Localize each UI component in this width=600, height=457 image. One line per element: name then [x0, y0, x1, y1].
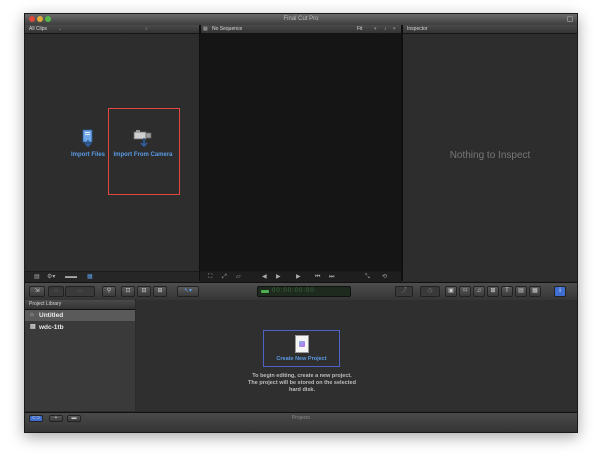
music-browser-button[interactable]: ♫ — [473, 286, 485, 297]
help-line: The project will be stored on the select… — [248, 380, 356, 386]
inspector-toggle-button[interactable]: i — [554, 286, 566, 297]
import-files-label: Import Files — [70, 152, 105, 158]
browser-search-icon[interactable]: ⌕ — [145, 25, 148, 33]
help-line: hard disk. — [289, 387, 315, 393]
timecode-indicator — [261, 290, 269, 293]
library-item-wdc-1tb[interactable]: ▤ wdc-1tb — [25, 322, 135, 333]
main-toolbar: ⇲ ⌂ ▭ ⚲ ⊡ ⊟ ⊞ ↖▾ 00:00:00:00 ⤴ ◷ ▣ ⌑ ♫ ⊠… — [25, 282, 577, 301]
window-title: Final Cut Pro — [283, 16, 319, 22]
inspector: Nothing to Inspect — [403, 34, 577, 281]
library-item-label: Untitled — [39, 312, 64, 319]
previous-frame-icon[interactable]: ◀ — [262, 272, 267, 282]
project-library-header: Project Library — [25, 300, 135, 310]
fullscreen-playback-icon[interactable]: ⤡ — [365, 272, 370, 282]
go-to-end-icon[interactable]: ⏭ — [329, 272, 334, 282]
viewer-title: No Sequence — [212, 26, 243, 32]
event-browser: Import Files Import From Camera ▤ ⚙▾ ▬▬ … — [25, 34, 199, 282]
inspector-title: Inspector — [407, 26, 428, 32]
highlight-annotation-box — [108, 108, 180, 195]
sequence-icon: ▦ — [203, 26, 208, 32]
status-label: Projects — [291, 415, 311, 421]
viewer-footer: ⛶ ⤢ ▱ ◀ ▶ ▶ ⏮ ⏭ ⤡ ⟲ — [200, 271, 401, 282]
retime-button[interactable]: ◷ — [420, 286, 440, 297]
viewer-distort-icon[interactable]: ▱ — [236, 272, 241, 282]
append-clip-button[interactable]: ⊞ — [153, 286, 167, 297]
create-new-project-label: Create New Project — [276, 356, 327, 362]
enhancements-button[interactable]: ⤴ — [395, 286, 413, 297]
list-view-icon[interactable]: ▦ — [87, 272, 93, 282]
viewer: ⛶ ⤢ ▱ ◀ ▶ ▶ ⏮ ⏭ ⤡ ⟲ — [200, 34, 401, 282]
gear-icon[interactable]: ⚙▾ — [47, 272, 55, 282]
viewer-header: ▦ No Sequence Fit ▾ ♪ ▾ — [200, 25, 401, 34]
help-line: To begin editing, create a new project. — [252, 373, 352, 379]
keyword-button[interactable]: ⌂ — [48, 286, 64, 297]
next-frame-icon[interactable]: ▶ — [276, 272, 281, 282]
library-item-label: wdc-1tb — [39, 324, 64, 331]
import-files-button[interactable]: Import Files — [68, 129, 108, 159]
timecode-display[interactable]: 00:00:00:00 — [257, 286, 351, 297]
add-project-button[interactable]: + — [49, 415, 63, 422]
inspector-empty-message: Nothing to Inspect — [449, 150, 531, 161]
select-tool-button[interactable]: ↖▾ — [177, 286, 199, 297]
inspector-header: Inspector — [403, 25, 577, 34]
project-library-title: Project Library — [29, 301, 62, 307]
timeline-area: Create New Project To begin editing, cre… — [136, 300, 577, 411]
titles-browser-button[interactable]: T — [501, 286, 513, 297]
mark-buttons[interactable]: ▭ — [65, 286, 95, 297]
filmstrip-view-icon[interactable]: ▤ — [34, 272, 40, 282]
viewer-options-chevron-icon[interactable]: ▾ — [393, 25, 396, 33]
disk-toggle-button[interactable]: ⊂⊃ — [29, 415, 43, 422]
status-bar: Projects ⊂⊃ + ▬ — [25, 412, 577, 432]
browser-footer: ▤ ⚙▾ ▬▬ ▦ — [25, 271, 199, 282]
app-window: Final Cut Pro All Clips ⌄ ⌕ ▦ No Sequenc… — [24, 13, 578, 433]
themes-browser-button[interactable]: ▦ — [529, 286, 541, 297]
viewer-zoom-chevron-icon[interactable]: ▾ — [374, 25, 377, 33]
transitions-browser-button[interactable]: ⊠ — [487, 286, 499, 297]
viewer-zoom-select[interactable]: Fit — [357, 25, 363, 33]
browser-header: All Clips ⌄ ⌕ — [25, 25, 199, 34]
create-new-project-button[interactable]: Create New Project — [263, 330, 340, 367]
new-project-icon — [295, 335, 309, 353]
project-library-list: ⌂ Untitled ▤ wdc-1tb — [25, 310, 135, 411]
browser-title: All Clips — [29, 26, 48, 32]
viewer-crop-icon[interactable]: ⛶ — [208, 272, 212, 282]
arrow-tool-icon: ↖▾ — [183, 288, 193, 294]
browser-dropdown-icon[interactable]: ⌄ — [58, 25, 62, 33]
viewer-audio-icon[interactable]: ♪ — [384, 25, 387, 33]
photos-browser-button[interactable]: ⌑ — [459, 286, 471, 297]
timecode-value: 00:00:00:00 — [272, 288, 315, 294]
play-icon[interactable]: ▶ — [296, 272, 301, 282]
hard-disk-icon: ▤ — [30, 324, 36, 330]
insert-clip-button[interactable]: ⊟ — [137, 286, 151, 297]
connect-clip-button[interactable]: ⊡ — [121, 286, 135, 297]
go-to-start-icon[interactable]: ⏮ — [315, 272, 320, 282]
new-folder-button[interactable]: ▬ — [67, 415, 81, 422]
generators-browser-button[interactable]: ▤ — [515, 286, 527, 297]
clip-size-slider[interactable]: ▬▬ — [65, 272, 77, 282]
import-files-icon — [82, 129, 93, 148]
home-icon: ⌂ — [30, 312, 34, 318]
new-project-help-text: To begin editing, create a new project. … — [236, 373, 368, 394]
effects-browser-button[interactable]: ▣ — [445, 286, 457, 297]
fullscreen-icon[interactable] — [567, 16, 573, 22]
search-button[interactable]: ⚲ — [102, 286, 116, 297]
library-item-untitled[interactable]: ⌂ Untitled — [25, 310, 135, 321]
loop-icon[interactable]: ⟲ — [382, 272, 387, 282]
viewer-transform-icon[interactable]: ⤢ — [222, 272, 227, 282]
import-media-button[interactable]: ⇲ — [29, 286, 45, 297]
